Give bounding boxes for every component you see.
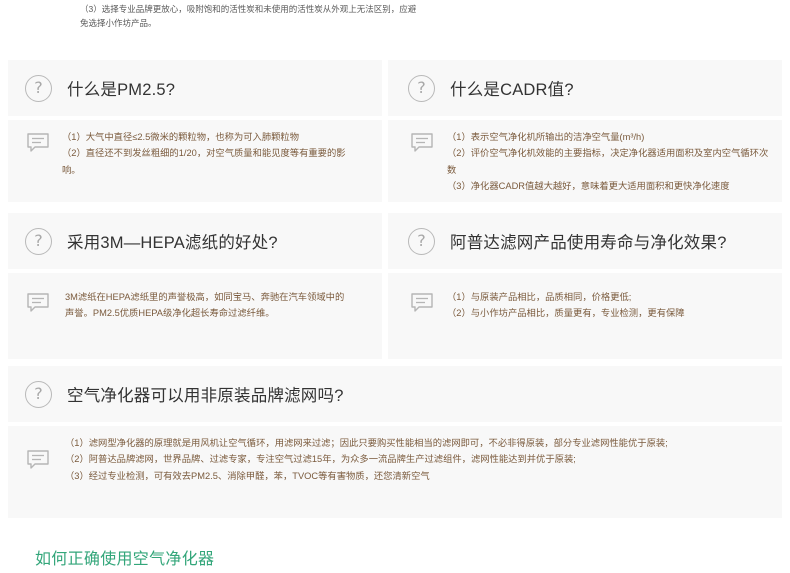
section-title-usage: 如何正确使用空气净化器 (35, 551, 215, 568)
answer-line: （1）表示空气净化机所输出的洁净空气量(m³/h) (447, 132, 645, 142)
answer-line: （1）与原装产品相比，品质相同，价格更低; (447, 292, 632, 302)
top-note: （3）选择专业品牌更放心，吸附饱和的活性炭和未使用的活性炭从外观上无法区别，应避… (80, 2, 460, 30)
faq-answer-text: （1）表示空气净化机所输出的洁净空气量(m³/h) （2）评价空气净化机效能的主… (447, 129, 769, 194)
faq-answer-text: （1）大气中直径≤2.5微米的颗粒物，也称为可入肺颗粒物 （2）直径还不到发丝粗… (62, 129, 360, 178)
faq-question-title: 什么是CADR值? (450, 81, 574, 99)
answer-line: （2）直径还不到发丝粗细的1/20，对空气质量和能见度等有重要的影响。 (62, 148, 346, 175)
faq-question-pm25: ? 什么是PM2.5? (8, 60, 382, 116)
answer-line: （3）经过专业检测，可有效去PM2.5、消除甲醛，苯，TVOC等有害物质，还您清… (65, 470, 430, 481)
faq-answer-text: （1）滤网型净化器的原理就是用风机让空气循环，用滤网来过滤；因此只要购买性能相当… (65, 435, 765, 484)
speech-bubble-icon (27, 450, 49, 469)
faq-answer-non-original: （1）滤网型净化器的原理就是用风机让空气循环，用滤网来过滤；因此只要购买性能相当… (8, 426, 782, 518)
speech-bubble-icon (411, 133, 433, 152)
faq-question-hepa: ? 采用3M—HEPA滤纸的好处? (8, 213, 382, 269)
faq-question-lifespan: ? 阿普达滤网产品使用寿命与净化效果? (388, 213, 782, 269)
question-circle-icon: ? (408, 227, 435, 255)
answer-line: （2）阿普达品牌滤网，世界品牌、过滤专家，专注空气过滤15年，为众多一流品牌生产… (65, 454, 576, 465)
faq-question-title: 阿普达滤网产品使用寿命与净化效果? (450, 234, 727, 252)
answer-line: （3）净化器CADR值越大越好，意味着更大适用面积和更快净化速度 (447, 180, 730, 191)
faq-question-non-original: ? 空气净化器可以用非原装品牌滤网吗? (8, 366, 782, 422)
faq-question-title: 空气净化器可以用非原装品牌滤网吗? (67, 387, 344, 405)
answer-line: 3M滤纸在HEPA滤纸里的声誉极高，如同宝马、奔驰在汽车领域中的声誉。PM2.5… (65, 292, 345, 319)
speech-bubble-icon (411, 293, 433, 312)
faq-answer-hepa: 3M滤纸在HEPA滤纸里的声誉极高，如同宝马、奔驰在汽车领域中的声誉。PM2.5… (8, 273, 382, 359)
question-circle-icon: ? (408, 74, 435, 102)
faq-question-cadr: ? 什么是CADR值? (388, 60, 782, 116)
faq-answer-cadr: （1）表示空气净化机所输出的洁净空气量(m³/h) （2）评价空气净化机效能的主… (388, 120, 782, 202)
answer-line: （2）与小作坊产品相比，质量更有，专业检测，更有保障 (447, 308, 685, 319)
question-circle-icon: ? (25, 380, 52, 408)
question-circle-icon: ? (25, 227, 52, 255)
faq-answer-lifespan: （1）与原装产品相比，品质相同，价格更低; （2）与小作坊产品相比，质量更有，专… (388, 273, 782, 359)
faq-question-title: 采用3M—HEPA滤纸的好处? (67, 234, 278, 252)
faq-answer-pm25: （1）大气中直径≤2.5微米的颗粒物，也称为可入肺颗粒物 （2）直径还不到发丝粗… (8, 120, 382, 202)
top-note-line-2: 免选择小作坊产品。 (80, 18, 157, 28)
faq-question-title: 什么是PM2.5? (67, 81, 176, 99)
answer-line: （2）评价空气净化机效能的主要指标，决定净化器适用面积及室内空气循环次数 (447, 148, 769, 175)
faq-answer-text: （1）与原装产品相比，品质相同，价格更低; （2）与小作坊产品相比，质量更有，专… (447, 289, 769, 322)
answer-line: （1）滤网型净化器的原理就是用风机让空气循环，用滤网来过滤；因此只要购买性能相当… (65, 438, 668, 448)
top-note-line-1: （3）选择专业品牌更放心，吸附饱和的活性炭和未使用的活性炭从外观上无法区别，应避 (80, 4, 417, 14)
answer-line: （1）大气中直径≤2.5微米的颗粒物，也称为可入肺颗粒物 (62, 132, 300, 142)
faq-answer-text: 3M滤纸在HEPA滤纸里的声誉极高，如同宝马、奔驰在汽车领域中的声誉。PM2.5… (65, 289, 353, 322)
speech-bubble-icon (27, 293, 49, 312)
question-circle-icon: ? (25, 74, 52, 102)
speech-bubble-icon (27, 133, 49, 152)
